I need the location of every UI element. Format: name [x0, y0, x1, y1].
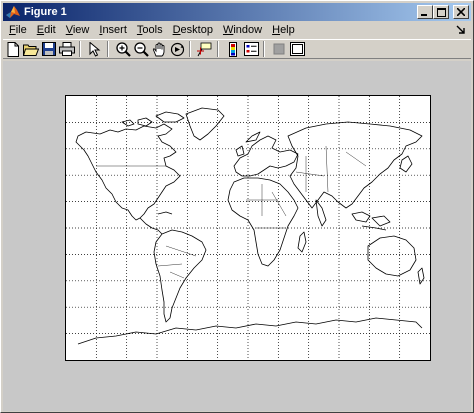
toolbar-separator [263, 41, 265, 57]
insert-legend-icon [243, 42, 259, 56]
close-icon [457, 8, 465, 16]
print-icon [59, 42, 75, 56]
figure-toolbar [3, 39, 471, 59]
country-borders [96, 145, 367, 279]
hide-plot-tools-icon [273, 43, 285, 55]
toolbar-separator [189, 41, 191, 57]
coastlines [75, 107, 425, 345]
edit-plot-button[interactable] [87, 41, 103, 57]
insert-legend-button[interactable] [243, 41, 259, 57]
title-bar[interactable]: Figure 1 [3, 3, 471, 21]
menu-desktop[interactable]: Desktop [168, 22, 218, 39]
toolbar-separator [107, 41, 109, 57]
menu-edit[interactable]: Edit [32, 22, 61, 39]
rotate-3d-button[interactable] [169, 41, 185, 57]
insert-colorbar-button[interactable] [225, 41, 241, 57]
menu-file[interactable]: File [3, 22, 32, 39]
zoom-out-icon [133, 41, 149, 57]
open-file-button[interactable] [23, 41, 39, 57]
figure-window: Figure 1 File Edit View Insert Tools Desktop W… [0, 0, 474, 413]
show-plot-tools-button[interactable] [289, 41, 305, 57]
hide-plot-tools-button[interactable] [271, 41, 287, 57]
edit-plot-arrow-icon [89, 41, 101, 57]
save-icon [42, 42, 56, 56]
menu-bar: File Edit View Insert Tools Desktop Window Help [3, 22, 471, 39]
menu-help[interactable]: Help [267, 22, 300, 39]
show-plot-tools-icon [289, 42, 305, 56]
minimize-button[interactable] [417, 5, 433, 19]
matlab-logo-icon [6, 6, 20, 18]
window-title: Figure 1 [24, 6, 67, 18]
insert-colorbar-icon [229, 41, 237, 57]
toolbar-separator [79, 41, 81, 57]
pan-hand-icon [152, 42, 164, 56]
toolbar-separator [217, 41, 219, 57]
figure-canvas[interactable] [3, 61, 471, 411]
dock-arrow-icon[interactable] [455, 24, 467, 36]
new-figure-icon [7, 41, 19, 57]
menu-window[interactable]: Window [218, 22, 267, 39]
world-map [66, 96, 430, 360]
pan-button[interactable] [151, 41, 167, 57]
data-cursor-icon [197, 42, 212, 56]
menu-view[interactable]: View [61, 22, 95, 39]
maximize-icon [436, 7, 446, 17]
open-file-icon [23, 44, 39, 56]
close-button[interactable] [453, 5, 469, 19]
save-button[interactable] [41, 41, 57, 57]
zoom-in-button[interactable] [115, 41, 131, 57]
maximize-button[interactable] [433, 5, 449, 19]
map-axes[interactable] [65, 95, 431, 361]
data-cursor-button[interactable] [197, 41, 213, 57]
zoom-out-button[interactable] [133, 41, 149, 57]
print-button[interactable] [59, 41, 75, 57]
minimize-icon [421, 14, 427, 16]
new-figure-button[interactable] [5, 41, 21, 57]
menu-tools[interactable]: Tools [132, 22, 168, 39]
rotate-3d-icon [170, 42, 184, 56]
menu-insert[interactable]: Insert [94, 22, 132, 39]
zoom-in-icon [115, 41, 131, 57]
